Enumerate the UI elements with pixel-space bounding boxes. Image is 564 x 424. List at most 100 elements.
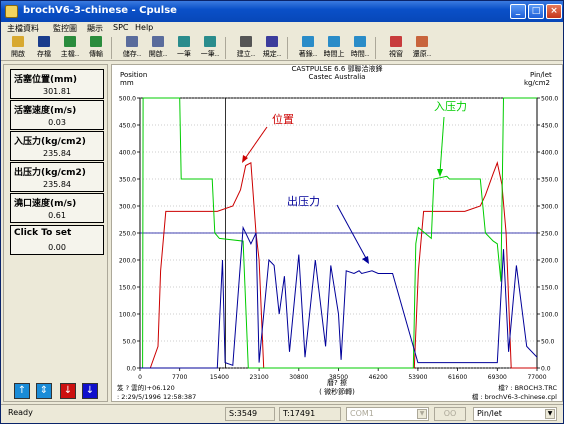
tool-button-3[interactable]: 傳輸 — [83, 36, 109, 60]
footer-right-line2: 檔 : brochV6-3-chinese.cpl — [472, 392, 557, 401]
annotation-out-pressure: 出压力 — [287, 194, 320, 208]
unit-select[interactable]: Pin/let ▼ — [473, 407, 557, 421]
tool-button-9[interactable]: 規定.. — [259, 36, 285, 60]
chart-area[interactable]: 0.0 0.0 50.0 50.0 100.0 100.0 150.0 150.0 200.0 2… — [111, 64, 563, 402]
tool-button-11[interactable]: 時間上 — [321, 36, 347, 60]
y-tick-label-right: 300.0 — [541, 204, 558, 211]
menu-view[interactable]: 顯示 — [87, 23, 103, 34]
value-reading: 301.81 — [43, 87, 71, 96]
transfer-icon — [90, 36, 102, 47]
values-panel: 活塞位置(mm) 301.81 活塞速度(m/s) 0.03 入压力(kg/cm2) 23… — [3, 64, 108, 402]
tool-button-0[interactable]: 開啟 — [5, 36, 31, 60]
annotation-in-pressure: 入压力 — [434, 100, 467, 113]
app-icon — [5, 5, 18, 18]
y-tick-label-left: 250.0 — [119, 231, 136, 238]
right-axis-unit: kg/cm2 — [524, 79, 550, 87]
chevron-down-icon[interactable]: ▼ — [545, 409, 555, 419]
restore-icon — [416, 36, 428, 47]
x-tick-label: 77000 — [527, 374, 546, 381]
footer-left-line2: : 2:29/5/1996 12:58:387 — [117, 393, 196, 401]
y-tick-label-right: 150.0 — [541, 285, 558, 292]
value-label: Click To set — [14, 228, 72, 238]
database-icon — [64, 36, 76, 47]
y-tick-label-left: 450.0 — [119, 123, 136, 130]
down-arrow-red-button[interactable]: ↓ — [60, 383, 76, 399]
time-up-icon — [328, 36, 340, 47]
y-tick-label-right: 250.0 — [541, 231, 558, 238]
maximize-button[interactable]: □ — [528, 4, 544, 19]
menu-spc[interactable]: SPC — [113, 23, 129, 32]
x-tick-label: 69300 — [488, 374, 507, 381]
tool-button-12[interactable]: 時間.. — [347, 36, 373, 60]
chevron-down-icon[interactable]: ▼ — [417, 409, 427, 419]
com-port-value: COM1 — [350, 409, 374, 418]
y-tick-label-right: 0.0 — [541, 366, 551, 373]
window-title: brochV6-3-chinese - Cpulse — [23, 5, 177, 16]
close-button[interactable]: × — [546, 4, 562, 19]
tool-button-13[interactable]: 視窗 — [383, 36, 409, 60]
next-icon — [204, 36, 216, 47]
tool-button-6[interactable]: 一筆 — [171, 36, 197, 60]
x-axis-subtitle: ( 微秒節轉) — [319, 387, 355, 396]
footer-right-line1: 檔? : BROCH3.TRC — [498, 383, 557, 392]
tool-button-5[interactable]: 開啟.. — [145, 36, 171, 60]
value-label: 出压力(kg/cm2) — [14, 168, 86, 178]
y-tick-label-left: 300.0 — [119, 204, 136, 211]
value-reading: 0.03 — [48, 118, 66, 127]
tool-label: 一筆 — [177, 50, 191, 58]
value-label: 澆口速度(m/s) — [14, 199, 77, 209]
y-tick-label-right: 100.0 — [541, 312, 558, 319]
tool-button-7[interactable]: 一筆.. — [197, 36, 223, 60]
value-reading: 235.84 — [43, 149, 71, 158]
tool-label: 儲存.. — [122, 50, 142, 58]
y-tick-label-left: 0.0 — [126, 366, 136, 373]
menu-master-data[interactable]: 主檔資料 — [7, 23, 39, 34]
value-reading: 0.00 — [48, 243, 66, 252]
x-tick-label: 46200 — [369, 374, 388, 381]
tool-button-1[interactable]: 存檔 — [31, 36, 57, 60]
x-axis-title: 曆? 擦 — [327, 378, 347, 387]
castpulse-chart[interactable]: 0.0 0.0 50.0 50.0 100.0 100.0 150.0 150.0 200.0 2… — [112, 64, 562, 401]
tool-button-10[interactable]: 著錄.. — [295, 36, 321, 60]
toolbar-separator — [225, 37, 226, 59]
footer-left-line1: 笈 ? 雲的)+06.120 — [117, 383, 175, 392]
value-reading: 0.61 — [48, 211, 66, 220]
x-tick-label: 61600 — [448, 374, 467, 381]
tool-label: 規定.. — [262, 50, 282, 58]
y-tick-label-right: 450.0 — [541, 123, 558, 130]
value-box-5[interactable]: Click To set 0.00 — [10, 225, 104, 255]
y-tick-label-left: 500.0 — [119, 96, 136, 103]
time-icon — [354, 36, 366, 47]
tool-button-8[interactable]: 建立.. — [233, 36, 259, 60]
wrench-icon — [240, 36, 252, 47]
toolbar-separator — [111, 37, 112, 59]
double-arrow-button[interactable]: ⇕ — [36, 383, 52, 399]
value-box-4: 澆口速度(m/s) 0.61 — [10, 193, 104, 223]
tool-label: 主檔.. — [60, 50, 80, 58]
tool-button-14[interactable]: 還原.. — [409, 36, 435, 60]
y-tick-label-right: 50.0 — [541, 339, 555, 346]
tool-label: 一筆.. — [200, 50, 220, 58]
tool-label: 建立.. — [236, 50, 256, 58]
value-box-2: 入压力(kg/cm2) 235.84 — [10, 131, 104, 161]
down-arrow-blue-button[interactable]: ↓ — [82, 383, 98, 399]
tool-label: 時間上 — [323, 50, 345, 58]
folder-open-icon — [12, 36, 24, 47]
ok-button[interactable]: OO — [434, 407, 466, 421]
menu-monitor[interactable]: 監控圖 — [53, 23, 77, 34]
record-icon — [302, 36, 314, 47]
app-window: brochV6-3-chinese - Cpulse _ □ × 主檔資料 監控… — [0, 0, 564, 424]
menu-help[interactable]: Help — [135, 23, 153, 32]
tool-button-4[interactable]: 儲存.. — [119, 36, 145, 60]
up-arrow-button[interactable]: ↑ — [14, 383, 30, 399]
tool-label: 傳輸 — [89, 50, 103, 58]
com-port-select[interactable]: COM1 ▼ — [346, 407, 429, 421]
chart-header: CASTPULSE 6.6 鄧聯洽液鋒 — [291, 65, 382, 73]
tool-button-2[interactable]: 主檔.. — [57, 36, 83, 60]
toolbar-separator — [287, 37, 288, 59]
x-tick-label: 15400 — [210, 374, 229, 381]
minimize-button[interactable]: _ — [510, 4, 526, 19]
left-axis-unit: mm — [120, 79, 134, 87]
chart-subheader: Castec Australia — [309, 73, 366, 81]
annotation-position: 位置 — [272, 112, 294, 126]
